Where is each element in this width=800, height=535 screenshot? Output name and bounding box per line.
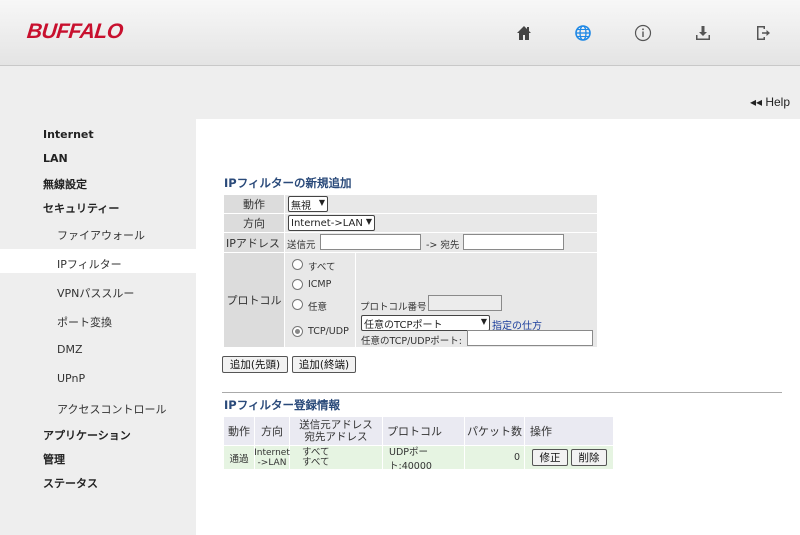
info-icon[interactable] (630, 20, 656, 46)
col-ops-header: 操作 (525, 417, 613, 445)
download-icon[interactable] (690, 20, 716, 46)
protocol-all-radio[interactable] (292, 259, 303, 270)
chevron-down-icon: ▼ (318, 198, 325, 207)
delete-button[interactable]: 削除 (571, 449, 607, 466)
globe-icon[interactable] (570, 20, 596, 46)
col-destination-address-header: 宛先アドレス (304, 431, 368, 443)
main-panel: IPフィルターの新規追加 動作 無視 ▼ 方向 Internet->LAN ▼ … (196, 119, 800, 535)
protocol-icmp-label: ICMP (308, 279, 332, 290)
col-source-address-header: 送信元アドレス (299, 419, 373, 431)
protocol-tcpudp-radio[interactable] (292, 326, 303, 337)
col-protocol-header: プロトコル (383, 417, 464, 445)
any-port-input[interactable] (467, 330, 593, 346)
ip-address-label: IPアドレス (224, 233, 284, 252)
direction-select[interactable]: Internet->LAN ▼ (288, 215, 375, 231)
sidebar-item-ip-filter[interactable]: IPフィルター (57, 256, 122, 272)
add-form-title: IPフィルターの新規追加 (224, 176, 352, 190)
add-last-button[interactable]: 追加(終端) (292, 356, 356, 373)
protocol-any-label: 任意 (308, 302, 328, 313)
top-header: BUFFALO (0, 0, 800, 66)
sidebar-item-access-control[interactable]: アクセスコントロール (57, 401, 166, 417)
protocol-number-label: プロトコル番号 (360, 302, 427, 313)
source-address-input[interactable] (320, 234, 421, 250)
protocol-number-input[interactable] (428, 295, 502, 311)
chevron-down-icon: ▼ (365, 217, 372, 226)
sidebar-item-applications[interactable]: アプリケーション (43, 427, 131, 443)
sidebar-item-management[interactable]: 管理 (43, 451, 65, 467)
section-divider (222, 392, 782, 393)
tcp-port-select[interactable]: 任意のTCPポート ▼ (361, 315, 490, 331)
destination-address-input[interactable] (463, 234, 564, 250)
action-label: 動作 (224, 195, 284, 213)
destination-label: -> 宛先 (426, 240, 460, 251)
edit-button[interactable]: 修正 (532, 449, 568, 466)
sidebar-item-port-forwarding[interactable]: ポート変換 (57, 314, 112, 330)
sidebar-item-upnp[interactable]: UPnP (57, 372, 85, 385)
sidebar-item-security[interactable]: セキュリティー (43, 200, 119, 216)
row-packets-cell: 0 (465, 446, 524, 469)
buffalo-logo: BUFFALO (25, 20, 124, 43)
chevron-down-icon: ▼ (480, 317, 487, 326)
sidebar-item-vpn-passthrough[interactable]: VPNパススルー (57, 285, 134, 301)
col-packets-header: パケット数 (465, 417, 524, 445)
protocol-all-label: すべて (308, 262, 336, 273)
list-title: IPフィルター登録情報 (224, 398, 340, 412)
sidebar-item-dmz[interactable]: DMZ (57, 343, 83, 356)
direction-label: 方向 (224, 214, 284, 232)
protocol-label: プロトコル (224, 253, 284, 347)
row-direction-cell: Internet ->LAN (254, 446, 290, 469)
row-address-cell: すべて すべて (290, 446, 382, 469)
protocol-tcpudp-label: TCP/UDP (308, 326, 349, 337)
help-link[interactable]: ◂◂ Help (750, 95, 790, 109)
col-action-header: 動作 (224, 417, 254, 445)
sidebar-item-status[interactable]: ステータス (43, 475, 98, 491)
sidebar-item-wireless[interactable]: 無線設定 (43, 176, 87, 192)
row-protocol-cell: UDPポート:40000 (383, 446, 464, 472)
col-address-header: 送信元アドレス 宛先アドレス (290, 417, 382, 445)
home-icon[interactable] (511, 20, 537, 46)
add-first-button[interactable]: 追加(先頭) (222, 356, 288, 373)
sidebar-item-internet[interactable]: Internet (43, 128, 94, 141)
action-select[interactable]: 無視 ▼ (288, 196, 328, 212)
sidebar-item-firewall[interactable]: ファイアウォール (57, 227, 145, 243)
source-label: 送信元 (287, 240, 316, 251)
protocol-any-radio[interactable] (292, 299, 303, 310)
protocol-icmp-radio[interactable] (292, 279, 303, 290)
logout-icon[interactable] (750, 20, 776, 46)
col-direction-header: 方向 (255, 417, 289, 445)
any-port-label: 任意のTCP/UDPポート: (361, 336, 463, 347)
row-action-cell: 通過 (224, 446, 254, 469)
sidebar-item-lan[interactable]: LAN (43, 152, 68, 165)
